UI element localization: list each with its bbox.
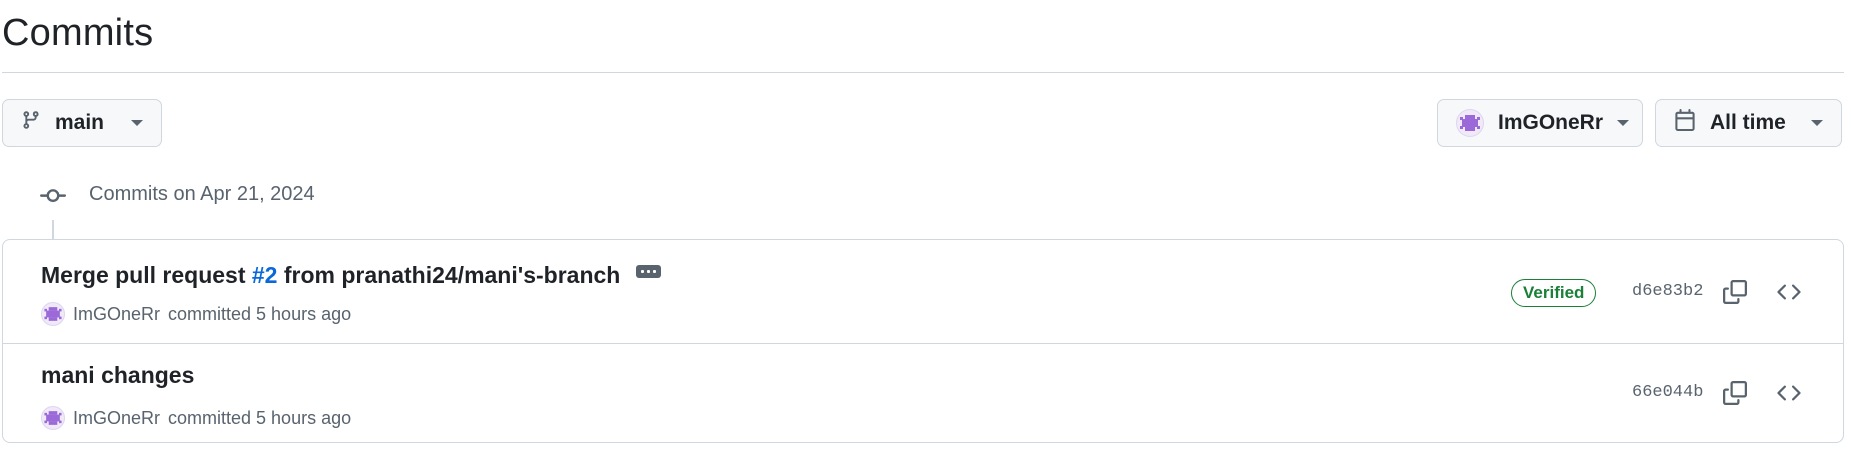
commit-author-link[interactable]: ImGOneRr (73, 304, 160, 325)
git-branch-icon (21, 109, 41, 137)
pull-request-link[interactable]: #2 (252, 262, 278, 288)
avatar[interactable] (41, 406, 65, 430)
avatar[interactable] (41, 302, 65, 326)
branch-selector-label: main (55, 111, 105, 134)
title-divider (2, 72, 1844, 73)
commit-title-prefix: Merge pull request (41, 262, 252, 288)
commits-date-heading: Commits on Apr 21, 2024 (89, 183, 315, 205)
expand-description-button[interactable] (636, 265, 662, 278)
calendar-icon (1674, 109, 1696, 137)
caret-down-icon (131, 120, 143, 126)
commit-title-suffix: from pranathi24/mani's-branch (277, 262, 621, 288)
commit-title[interactable]: Merge pull request #2 from pranathi24/ma… (41, 262, 662, 289)
git-commit-icon (40, 183, 66, 214)
commit-timestamp: committed 5 hours ago (168, 407, 352, 428)
branch-selector-button[interactable]: main (2, 99, 162, 147)
copy-icon[interactable] (1721, 278, 1749, 306)
copy-icon[interactable] (1721, 379, 1749, 407)
commit-title[interactable]: mani changes (41, 362, 194, 389)
caret-down-icon (1811, 120, 1823, 126)
caret-down-icon (1617, 120, 1630, 126)
commit-timestamp: committed 5 hours ago (168, 303, 352, 324)
timeline-connector (52, 220, 54, 240)
commit-meta: ImGOneRr committed 5 hours ago (41, 302, 351, 326)
commit-sha-link[interactable]: d6e83b2 (1632, 282, 1703, 301)
time-range-button[interactable]: All time (1655, 99, 1842, 147)
code-browse-icon[interactable] (1775, 379, 1803, 407)
commit-row: Merge pull request #2 from pranathi24/ma… (3, 240, 1843, 344)
code-browse-icon[interactable] (1775, 278, 1803, 306)
avatar (1456, 109, 1484, 137)
author-filter-button[interactable]: ImGOneRr (1437, 99, 1643, 147)
commit-meta: ImGOneRr committed 5 hours ago (41, 406, 351, 430)
page-title: Commits (2, 12, 154, 54)
commit-row: mani changes ImGOneRr committed 5 hours … (3, 344, 1843, 442)
commit-sha-link[interactable]: 66e044b (1632, 383, 1703, 402)
commits-page: Commits main ImGOneRr All time Commits o… (0, 0, 1851, 454)
verified-badge[interactable]: Verified (1511, 279, 1597, 307)
time-range-label: All time (1710, 111, 1786, 134)
commit-list: Merge pull request #2 from pranathi24/ma… (2, 239, 1844, 443)
commit-author-link[interactable]: ImGOneRr (73, 408, 160, 429)
author-filter-label: ImGOneRr (1498, 111, 1604, 134)
